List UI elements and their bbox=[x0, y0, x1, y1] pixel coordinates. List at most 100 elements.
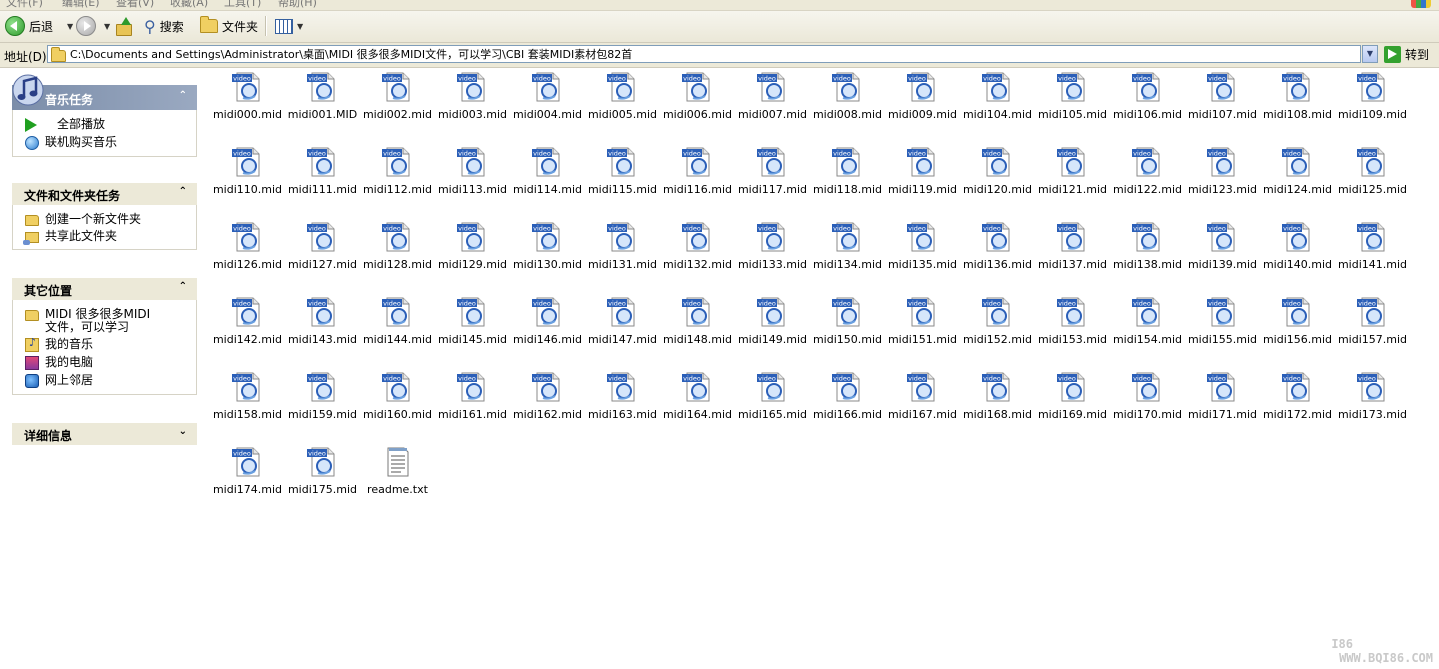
task-share-folder[interactable]: 共享此文件夹 bbox=[13, 228, 196, 245]
up-folder-button[interactable] bbox=[115, 15, 133, 37]
file-item[interactable]: video midi169.mid bbox=[1035, 368, 1110, 430]
file-item[interactable]: video midi174.mid bbox=[210, 443, 285, 505]
file-item[interactable]: video midi125.mid bbox=[1335, 143, 1410, 205]
file-item[interactable]: video midi111.mid bbox=[285, 143, 360, 205]
file-item[interactable]: video midi129.mid bbox=[435, 218, 510, 280]
music-tasks-header[interactable]: 音乐任务 ⌃ bbox=[12, 74, 197, 110]
file-item[interactable]: video midi166.mid bbox=[810, 368, 885, 430]
file-item[interactable]: video midi116.mid bbox=[660, 143, 735, 205]
file-item[interactable]: video midi113.mid bbox=[435, 143, 510, 205]
place-network[interactable]: 网上邻居 bbox=[13, 372, 196, 390]
file-item[interactable]: video midi150.mid bbox=[810, 293, 885, 355]
file-item[interactable]: video midi163.mid bbox=[585, 368, 660, 430]
file-item[interactable]: video midi126.mid bbox=[210, 218, 285, 280]
file-item[interactable]: video midi117.mid bbox=[735, 143, 810, 205]
file-item[interactable]: video midi140.mid bbox=[1260, 218, 1335, 280]
menu-favorites[interactable]: 收藏(A) bbox=[170, 0, 208, 10]
forward-dropdown-icon[interactable]: ▼ bbox=[104, 22, 110, 31]
file-item[interactable]: video midi165.mid bbox=[735, 368, 810, 430]
file-item[interactable]: video midi151.mid bbox=[885, 293, 960, 355]
file-item[interactable]: video midi136.mid bbox=[960, 218, 1035, 280]
file-item[interactable]: video midi108.mid bbox=[1260, 68, 1335, 130]
task-play-all[interactable]: 全部播放 bbox=[13, 116, 196, 134]
file-item[interactable]: video midi004.mid bbox=[510, 68, 585, 130]
task-new-folder[interactable]: 创建一个新文件夹 bbox=[13, 211, 196, 228]
back-button[interactable]: 后退 ▼ bbox=[5, 15, 73, 37]
file-item[interactable]: video midi001.MID bbox=[285, 68, 360, 130]
file-item[interactable]: video midi171.mid bbox=[1185, 368, 1260, 430]
file-item[interactable]: video midi139.mid bbox=[1185, 218, 1260, 280]
file-item[interactable]: video midi009.mid bbox=[885, 68, 960, 130]
file-item[interactable]: video midi162.mid bbox=[510, 368, 585, 430]
file-item[interactable]: video midi124.mid bbox=[1260, 143, 1335, 205]
menu-view[interactable]: 查看(V) bbox=[116, 0, 154, 10]
file-item[interactable]: video midi143.mid bbox=[285, 293, 360, 355]
file-item[interactable]: video midi114.mid bbox=[510, 143, 585, 205]
place-my-computer[interactable]: 我的电脑 bbox=[13, 354, 196, 372]
views-button[interactable]: ▼ bbox=[275, 15, 303, 37]
file-item[interactable]: video midi144.mid bbox=[360, 293, 435, 355]
file-item[interactable]: video midi160.mid bbox=[360, 368, 435, 430]
file-item[interactable]: video midi107.mid bbox=[1185, 68, 1260, 130]
file-item[interactable]: video midi128.mid bbox=[360, 218, 435, 280]
file-item[interactable]: video midi005.mid bbox=[585, 68, 660, 130]
menu-help[interactable]: 帮助(H) bbox=[278, 0, 317, 10]
menu-file[interactable]: 文件(F) bbox=[6, 0, 43, 10]
file-item[interactable]: video midi132.mid bbox=[660, 218, 735, 280]
file-item[interactable]: video midi170.mid bbox=[1110, 368, 1185, 430]
file-item[interactable]: video midi115.mid bbox=[585, 143, 660, 205]
address-dropdown-button[interactable]: ▼ bbox=[1362, 45, 1378, 63]
file-item[interactable]: readme.txt bbox=[360, 443, 435, 505]
file-item[interactable]: video midi152.mid bbox=[960, 293, 1035, 355]
file-item[interactable]: video midi137.mid bbox=[1035, 218, 1110, 280]
file-item[interactable]: video midi156.mid bbox=[1260, 293, 1335, 355]
file-item[interactable]: video midi000.mid bbox=[210, 68, 285, 130]
file-tasks-header[interactable]: 文件和文件夹任务 ⌃ bbox=[12, 183, 197, 205]
details-header[interactable]: 详细信息 ⌄ bbox=[12, 423, 197, 445]
file-item[interactable]: video midi157.mid bbox=[1335, 293, 1410, 355]
file-item[interactable]: video midi007.mid bbox=[735, 68, 810, 130]
collapse-chevron-icon[interactable]: ⌃ bbox=[179, 281, 187, 292]
file-item[interactable]: video midi155.mid bbox=[1185, 293, 1260, 355]
file-item[interactable]: video midi119.mid bbox=[885, 143, 960, 205]
search-button[interactable]: ⚲ 搜索 bbox=[144, 15, 184, 37]
file-item[interactable]: video midi118.mid bbox=[810, 143, 885, 205]
file-item[interactable]: video midi145.mid bbox=[435, 293, 510, 355]
file-item[interactable]: video midi153.mid bbox=[1035, 293, 1110, 355]
back-dropdown-icon[interactable]: ▼ bbox=[67, 22, 73, 31]
file-item[interactable]: video midi130.mid bbox=[510, 218, 585, 280]
collapse-chevron-icon[interactable]: ⌃ bbox=[179, 186, 187, 197]
go-button[interactable]: 转到 bbox=[1384, 46, 1429, 63]
file-item[interactable]: video midi123.mid bbox=[1185, 143, 1260, 205]
file-item[interactable]: video midi003.mid bbox=[435, 68, 510, 130]
file-item[interactable]: video midi175.mid bbox=[285, 443, 360, 505]
file-item[interactable]: video midi008.mid bbox=[810, 68, 885, 130]
file-item[interactable]: video midi148.mid bbox=[660, 293, 735, 355]
file-item[interactable]: video midi154.mid bbox=[1110, 293, 1185, 355]
file-item[interactable]: video midi122.mid bbox=[1110, 143, 1185, 205]
place-my-music[interactable]: 我的音乐 bbox=[13, 336, 196, 354]
file-item[interactable]: video midi112.mid bbox=[360, 143, 435, 205]
file-item[interactable]: video midi173.mid bbox=[1335, 368, 1410, 430]
file-item[interactable]: video midi105.mid bbox=[1035, 68, 1110, 130]
file-item[interactable]: video midi168.mid bbox=[960, 368, 1035, 430]
file-item[interactable]: video midi134.mid bbox=[810, 218, 885, 280]
file-item[interactable]: video midi149.mid bbox=[735, 293, 810, 355]
file-item[interactable]: video midi142.mid bbox=[210, 293, 285, 355]
file-item[interactable]: video midi138.mid bbox=[1110, 218, 1185, 280]
file-item[interactable]: video midi164.mid bbox=[660, 368, 735, 430]
file-item[interactable]: video midi161.mid bbox=[435, 368, 510, 430]
file-item[interactable]: video midi106.mid bbox=[1110, 68, 1185, 130]
file-item[interactable]: video midi131.mid bbox=[585, 218, 660, 280]
file-item[interactable]: video midi172.mid bbox=[1260, 368, 1335, 430]
file-item[interactable]: video midi121.mid bbox=[1035, 143, 1110, 205]
other-places-header[interactable]: 其它位置 ⌃ bbox=[12, 278, 197, 300]
folders-button[interactable]: 文件夹 bbox=[200, 15, 258, 37]
task-buy-music-online[interactable]: 联机购买音乐 bbox=[13, 134, 196, 152]
file-item[interactable]: video midi120.mid bbox=[960, 143, 1035, 205]
collapse-chevron-icon[interactable]: ⌃ bbox=[179, 90, 187, 101]
file-item[interactable]: video midi104.mid bbox=[960, 68, 1035, 130]
menu-edit[interactable]: 编辑(E) bbox=[62, 0, 100, 10]
file-item[interactable]: video midi133.mid bbox=[735, 218, 810, 280]
file-item[interactable]: video midi167.mid bbox=[885, 368, 960, 430]
